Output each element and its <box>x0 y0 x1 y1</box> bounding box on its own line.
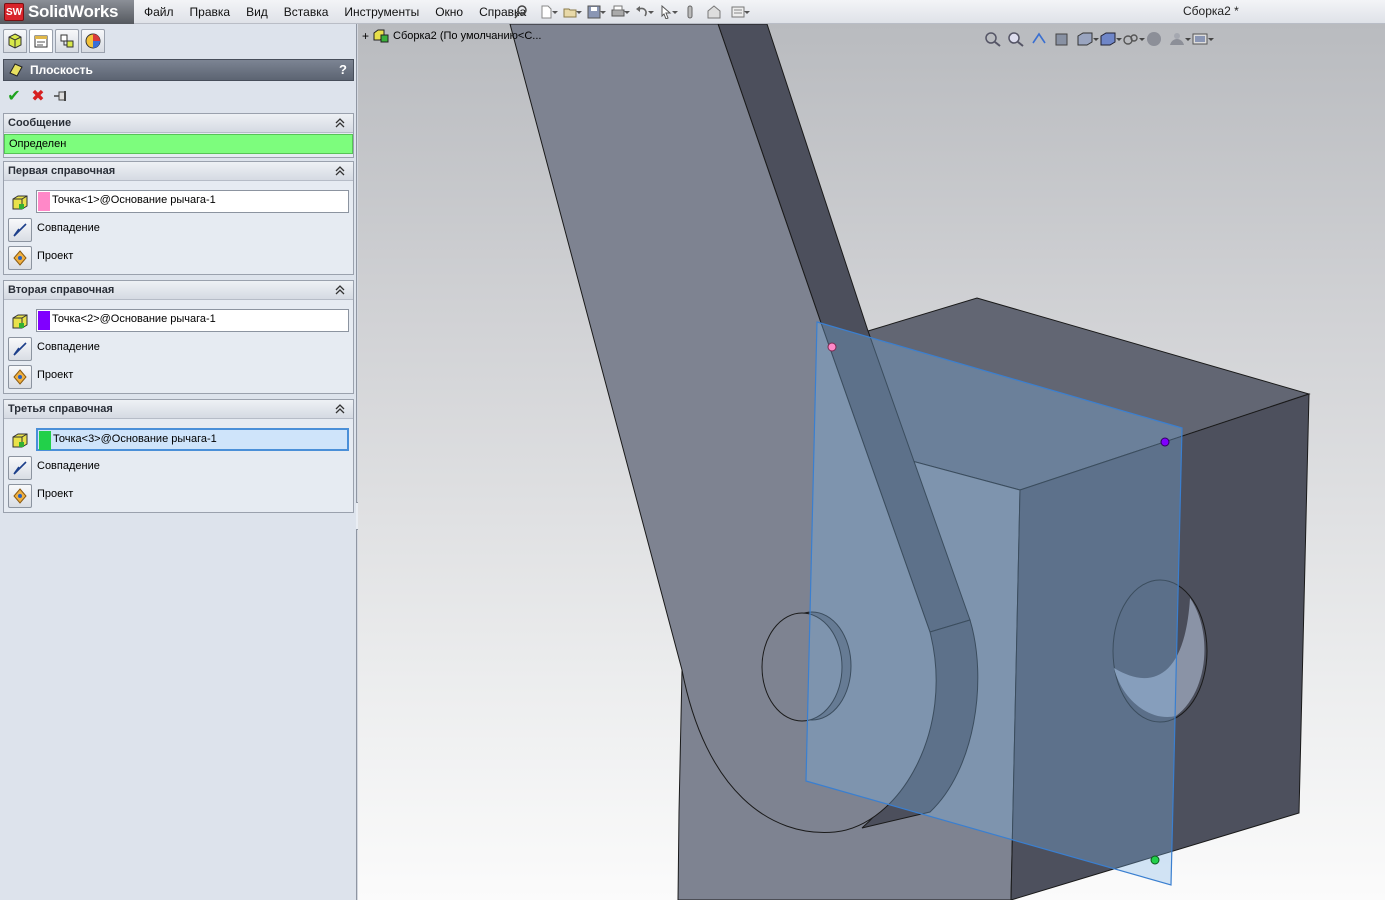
third-reference-group: Третья справочная Точка<3>@Основание рыч… <box>3 399 354 513</box>
expand-icon[interactable]: + <box>362 29 369 43</box>
assembly-icon <box>373 29 389 43</box>
menu-view[interactable]: Вид <box>238 0 276 24</box>
print-icon[interactable] <box>608 2 630 22</box>
group-title: Первая справочная <box>8 165 116 177</box>
options-icon[interactable] <box>728 2 750 22</box>
assembly-name[interactable]: Сборка2 (По умолчанию<С... <box>393 30 541 42</box>
collapse-chevron-icon[interactable] <box>335 284 345 296</box>
rebuild-icon[interactable] <box>680 2 702 22</box>
project-option[interactable]: Проект <box>37 488 73 500</box>
pushpin-icon[interactable] <box>53 87 71 105</box>
pin-menu-icon[interactable] <box>512 3 530 21</box>
graphics-area[interactable]: + Сборка2 (По умолчанию<С... <box>358 24 1385 900</box>
new-document-icon[interactable] <box>536 2 558 22</box>
solidworks-logo-icon: SW <box>4 3 24 21</box>
edit-appearance-icon[interactable] <box>1144 30 1164 48</box>
message-group: Сообщение Определен <box>3 113 354 158</box>
group-title: Третья справочная <box>8 403 113 415</box>
third-reference-field[interactable]: Точка<3>@Основание рычага-1 <box>36 428 349 451</box>
display-style-icon[interactable] <box>1098 30 1122 48</box>
property-manager-panel: Плоскость ? ✔ ✖ Сообщение Определен Перв… <box>0 24 357 900</box>
reference-entity-icon <box>8 309 32 333</box>
project-icon[interactable] <box>8 365 32 389</box>
display-manager-tab-icon[interactable] <box>81 29 105 53</box>
collapse-chevron-icon[interactable] <box>335 117 345 129</box>
property-manager-actions: ✔ ✖ <box>5 86 71 106</box>
first-reference-field[interactable]: Точка<1>@Основание рычага-1 <box>36 190 349 213</box>
main-menu: Файл Правка Вид Вставка Инструменты Окно… <box>136 0 534 24</box>
group-title: Вторая справочная <box>8 284 115 296</box>
3d-model-scene[interactable] <box>358 24 1385 900</box>
reference-entity-icon <box>8 428 32 452</box>
feature-tree-flyout[interactable]: + Сборка2 (По умолчанию<С... <box>362 28 541 44</box>
title-menu-bar: SW SolidWorks Файл Правка Вид Вставка Ин… <box>0 0 1385 24</box>
first-reference-header[interactable]: Первая справочная <box>4 162 353 181</box>
group-title: Сообщение <box>8 117 72 129</box>
reference-point-2[interactable] <box>1160 437 1170 447</box>
third-reference-value: Точка<3>@Основание рычага-1 <box>53 433 217 445</box>
save-icon[interactable] <box>584 2 606 22</box>
second-reference-value: Точка<2>@Основание рычага-1 <box>52 313 216 325</box>
coincident-option[interactable]: Совпадение <box>37 222 100 234</box>
quick-access-toolbar <box>536 0 750 24</box>
reference-entity-icon <box>8 190 32 214</box>
plane-feature-icon <box>9 63 23 77</box>
collapse-chevron-icon[interactable] <box>335 403 345 415</box>
second-reference-field[interactable]: Точка<2>@Основание рычага-1 <box>36 309 349 332</box>
second-reference-group: Вторая справочная Точка<2>@Основание рыч… <box>3 280 354 394</box>
apply-scene-icon[interactable] <box>1167 30 1191 48</box>
project-option[interactable]: Проект <box>37 369 73 381</box>
collapse-chevron-icon[interactable] <box>335 165 345 177</box>
zoom-to-fit-icon[interactable] <box>983 30 1003 48</box>
first-reference-group: Первая справочная Точка<1>@Основание рыч… <box>3 161 354 275</box>
cancel-button[interactable]: ✖ <box>29 87 47 105</box>
menu-tools[interactable]: Инструменты <box>336 0 427 24</box>
message-group-header[interactable]: Сообщение <box>4 114 353 133</box>
view-settings-icon[interactable] <box>1190 30 1214 48</box>
featuremanager-tab-icon[interactable] <box>3 29 27 53</box>
menu-edit[interactable]: Правка <box>182 0 239 24</box>
second-reference-header[interactable]: Вторая справочная <box>4 281 353 300</box>
section-view-icon[interactable] <box>1052 30 1072 48</box>
select-icon[interactable] <box>656 2 678 22</box>
coincident-icon[interactable] <box>8 456 32 480</box>
coincident-icon[interactable] <box>8 337 32 361</box>
menu-insert[interactable]: Вставка <box>276 0 337 24</box>
propertymanager-tab-icon[interactable] <box>29 29 53 53</box>
first-reference-value: Точка<1>@Основание рычага-1 <box>52 194 216 206</box>
project-icon[interactable] <box>8 484 32 508</box>
property-manager-header: Плоскость ? <box>3 59 354 81</box>
reference-color-swatch <box>39 431 51 450</box>
document-title: Сборка2 * <box>1183 4 1239 18</box>
configuration-manager-tab-icon[interactable] <box>55 29 79 53</box>
heads-up-view-toolbar <box>983 30 1214 48</box>
project-option[interactable]: Проект <box>37 250 73 262</box>
previous-view-icon[interactable] <box>1029 30 1049 48</box>
coincident-icon[interactable] <box>8 218 32 242</box>
open-icon[interactable] <box>560 2 582 22</box>
solidworks-logo[interactable]: SW SolidWorks <box>0 0 134 24</box>
view-orientation-icon[interactable] <box>1075 30 1099 48</box>
manager-tabs <box>0 24 356 56</box>
reference-point-3[interactable] <box>1150 855 1160 865</box>
help-button[interactable]: ? <box>339 62 347 77</box>
coincident-option[interactable]: Совпадение <box>37 341 100 353</box>
coincident-option[interactable]: Совпадение <box>37 460 100 472</box>
undo-icon[interactable] <box>632 2 654 22</box>
menu-window[interactable]: Окно <box>427 0 471 24</box>
ok-button[interactable]: ✔ <box>5 87 23 105</box>
reference-color-swatch <box>38 311 50 330</box>
page-title: Плоскость <box>30 63 93 77</box>
third-reference-header[interactable]: Третья справочная <box>4 400 353 419</box>
menu-file[interactable]: Файл <box>136 0 182 24</box>
file-properties-icon[interactable] <box>704 2 726 22</box>
status-message: Определен <box>4 134 353 154</box>
app-name: SolidWorks <box>28 2 119 21</box>
reference-point-1[interactable] <box>827 342 837 352</box>
project-icon[interactable] <box>8 246 32 270</box>
hide-show-items-icon[interactable] <box>1121 30 1145 48</box>
reference-color-swatch <box>38 192 50 211</box>
zoom-to-area-icon[interactable] <box>1006 30 1026 48</box>
